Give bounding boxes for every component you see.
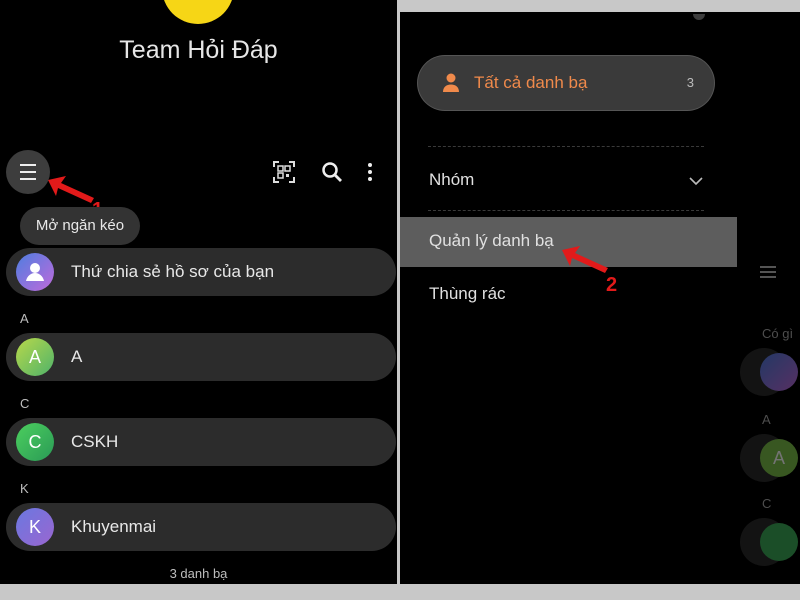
background-row xyxy=(740,518,798,566)
background-row: A xyxy=(740,434,798,482)
profile-name: Team Hỏi Đáp xyxy=(119,36,278,64)
groups-label: Nhóm xyxy=(429,170,475,189)
share-profile-row[interactable]: Thứ chia sẻ hồ sơ của bạn xyxy=(6,248,396,296)
contact-row-cskh[interactable]: C CSKH xyxy=(6,418,396,466)
gear-icon xyxy=(692,14,706,22)
drawer-tooltip: Mở ngăn kéo xyxy=(20,207,140,245)
contact-avatar: A xyxy=(16,338,54,376)
divider xyxy=(428,210,704,211)
trash-label: Thùng rác xyxy=(429,284,506,303)
contact-avatar: K xyxy=(16,508,54,546)
contact-name: Khuyenmai xyxy=(71,517,157,536)
background-row xyxy=(740,348,798,396)
contact-name: A xyxy=(71,347,83,366)
background-letter: C xyxy=(762,496,772,511)
divider xyxy=(428,146,704,147)
all-contacts-label: Tất cả danh bạ xyxy=(474,73,588,92)
qr-code-button[interactable] xyxy=(272,160,296,184)
section-letter-a: A xyxy=(20,311,29,326)
more-options-button[interactable] xyxy=(360,160,380,184)
all-contacts-button[interactable]: Tất cả danh bạ 3 xyxy=(418,56,714,110)
annotation-2: 2 xyxy=(606,274,618,296)
groups-item[interactable]: Nhóm xyxy=(400,158,737,204)
search-icon xyxy=(322,162,342,182)
contact-row-khuyenmai[interactable]: K Khuyenmai xyxy=(6,503,396,551)
section-letter-c: C xyxy=(20,396,30,411)
chevron-down-icon xyxy=(689,177,703,186)
search-button[interactable] xyxy=(320,160,344,184)
person-icon xyxy=(443,73,459,92)
contact-row-a[interactable]: A A xyxy=(6,333,396,381)
contact-avatar: C xyxy=(16,423,54,461)
section-letter-k: K xyxy=(20,481,29,496)
background-menu-icon xyxy=(760,264,778,280)
contacts-screen: Team Hỏi Đáp 1 Mở ngăn xyxy=(0,0,397,584)
contact-count: 3 danh bạ xyxy=(169,566,228,581)
background-text: Có gì xyxy=(762,326,794,341)
navigation-drawer: Có gì A A C Tất cả danh bạ 3 Nhóm Quản l… xyxy=(400,12,800,584)
profile-avatar[interactable] xyxy=(162,0,234,24)
trash-item[interactable]: Thùng rác xyxy=(400,276,600,316)
share-profile-avatar xyxy=(16,253,54,291)
manage-contacts-label: Quản lý danh bạ xyxy=(429,231,554,250)
contact-name: CSKH xyxy=(71,432,119,451)
background-avatar: A xyxy=(760,439,798,477)
background-letter: A xyxy=(762,412,771,427)
people-icon xyxy=(26,263,44,281)
share-profile-label: Thứ chia sẻ hồ sơ của bạn xyxy=(71,262,275,281)
qr-code-icon xyxy=(273,161,295,183)
all-contacts-count: 3 xyxy=(686,75,694,90)
more-vert-icon xyxy=(368,163,372,181)
